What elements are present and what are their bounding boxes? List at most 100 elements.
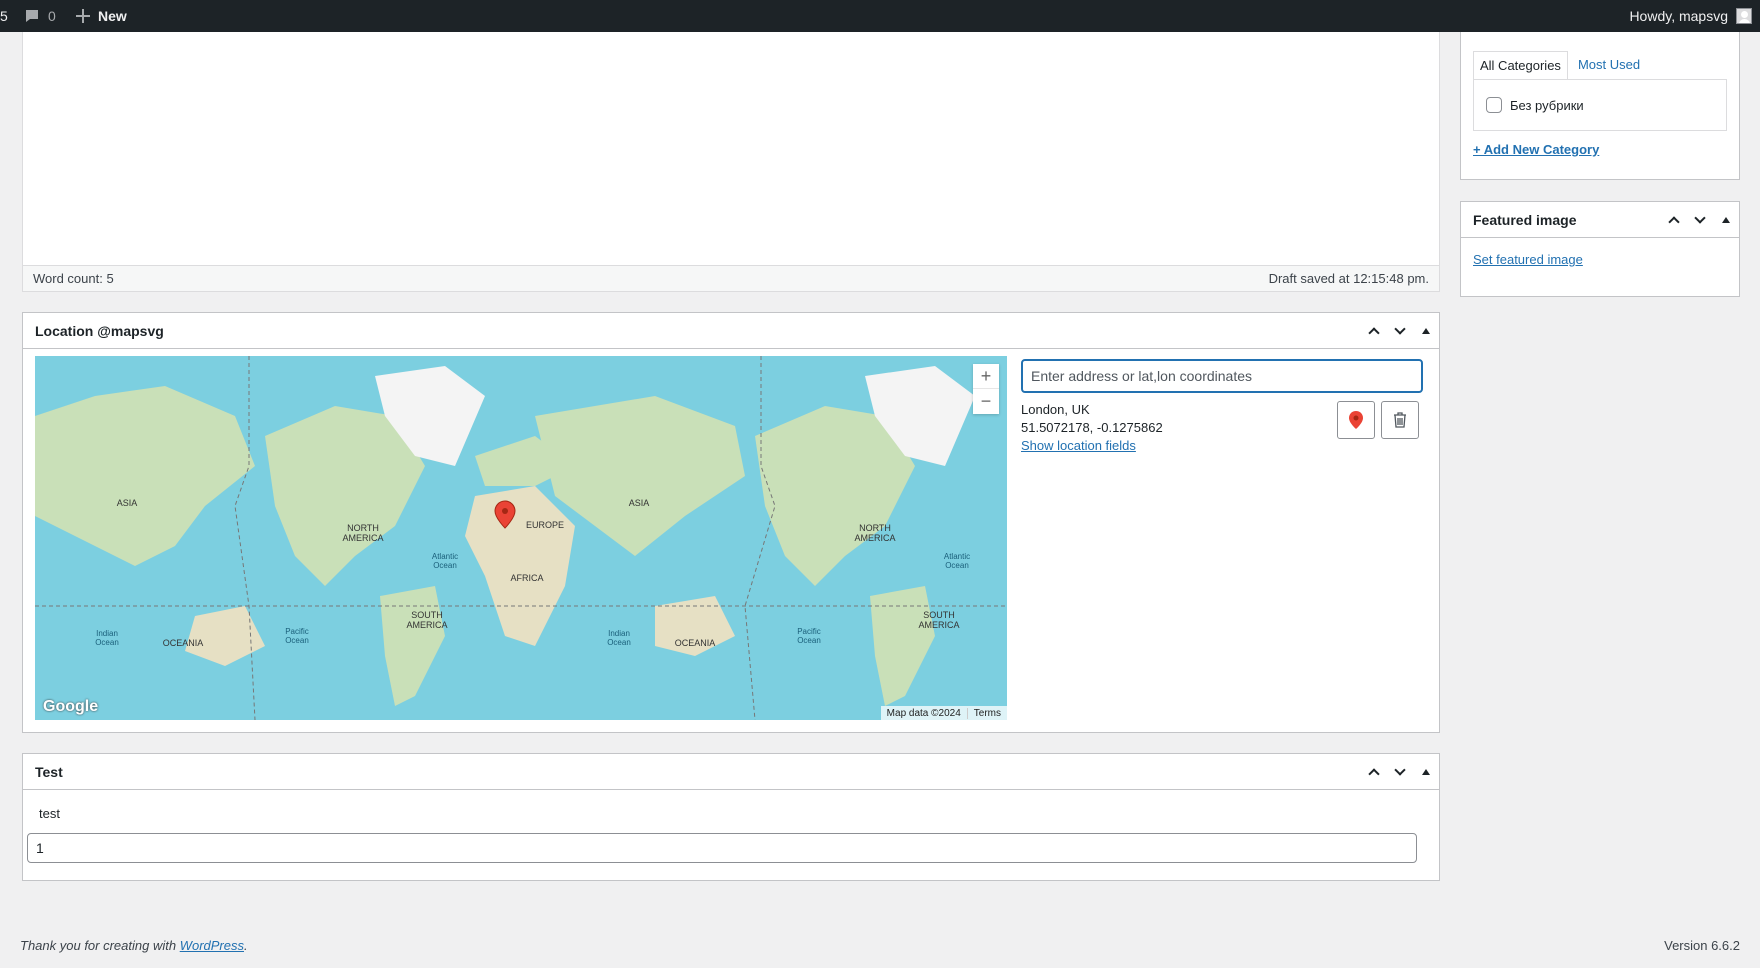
toggle-panel-button[interactable] bbox=[1413, 313, 1439, 349]
tab-most-used[interactable]: Most Used bbox=[1568, 51, 1646, 80]
move-up-button[interactable] bbox=[1361, 313, 1387, 349]
svg-text:Pacific: Pacific bbox=[285, 627, 309, 636]
google-logo: Google bbox=[43, 698, 99, 715]
tab-all-categories[interactable]: All Categories bbox=[1473, 51, 1568, 80]
svg-text:Atlantic: Atlantic bbox=[432, 552, 458, 561]
collapse-triangle-icon bbox=[1422, 327, 1430, 334]
delete-location-button[interactable] bbox=[1381, 401, 1419, 439]
test-field-input[interactable] bbox=[27, 833, 1417, 863]
location-metabox-title: Location @mapsvg bbox=[35, 322, 164, 339]
plus-icon bbox=[76, 9, 90, 23]
chevron-up-icon bbox=[1368, 326, 1380, 339]
word-count: Word count: 5 bbox=[33, 271, 114, 286]
show-location-fields-link[interactable]: Show location fields bbox=[1021, 438, 1136, 453]
move-up-button[interactable] bbox=[1361, 754, 1387, 790]
comment-icon bbox=[26, 10, 38, 22]
test-field-label: test bbox=[39, 806, 60, 821]
svg-text:OCEANIA: OCEANIA bbox=[163, 638, 204, 648]
location-metabox-header: Location @mapsvg bbox=[23, 313, 1439, 349]
test-metabox: Test test bbox=[22, 753, 1440, 881]
svg-text:Ocean: Ocean bbox=[797, 636, 821, 645]
toggle-panel-button[interactable] bbox=[1413, 754, 1439, 790]
collapse-triangle-icon bbox=[1422, 768, 1430, 775]
new-label: New bbox=[98, 8, 127, 24]
svg-text:Indian: Indian bbox=[608, 629, 630, 638]
svg-text:OCEANIA: OCEANIA bbox=[675, 638, 716, 648]
move-down-button[interactable] bbox=[1387, 754, 1413, 790]
comments-count: 0 bbox=[48, 8, 56, 24]
map-attribution: Map data ©2024 Terms bbox=[880, 706, 1007, 720]
categories-metabox: All Categories Most Used Без рубрики + A… bbox=[1460, 32, 1740, 180]
location-controls: London, UK 51.5072178, -0.1275862 Show l… bbox=[1021, 359, 1423, 455]
chevron-up-icon bbox=[1668, 215, 1680, 228]
move-down-button[interactable] bbox=[1387, 313, 1413, 349]
featured-image-title: Featured image bbox=[1473, 211, 1577, 228]
chevron-up-icon bbox=[1368, 767, 1380, 780]
svg-text:Ocean: Ocean bbox=[95, 638, 119, 647]
map-zoom-controls: + − bbox=[973, 364, 999, 414]
move-up-button[interactable] bbox=[1661, 202, 1687, 238]
footer-thanks-prefix: Thank you for creating with bbox=[20, 938, 180, 953]
test-metabox-title: Test bbox=[35, 763, 63, 780]
editor-status-bar: Word count: 5 Draft saved at 12:15:48 pm… bbox=[23, 265, 1439, 291]
svg-text:ASIA: ASIA bbox=[117, 498, 138, 508]
move-down-button[interactable] bbox=[1687, 202, 1713, 238]
svg-text:Ocean: Ocean bbox=[433, 561, 457, 570]
svg-text:Pacific: Pacific bbox=[797, 627, 821, 636]
trash-icon bbox=[1394, 412, 1406, 428]
add-new-category-link[interactable]: + Add New Category bbox=[1473, 142, 1599, 157]
map-view[interactable]: ASIA NORTH AMERICA EUROPE AFRICA SOUTH A… bbox=[35, 356, 1007, 720]
svg-text:Atlantic: Atlantic bbox=[944, 552, 970, 561]
test-metabox-body: test bbox=[23, 790, 1439, 875]
svg-text:AMERICA: AMERICA bbox=[342, 533, 383, 543]
svg-text:EUROPE: EUROPE bbox=[526, 520, 564, 530]
test-metabox-header: Test bbox=[23, 754, 1439, 790]
category-label: Без рубрики bbox=[1510, 97, 1584, 113]
location-metabox: Location @mapsvg ASIA NORTH AMERICA EURO… bbox=[22, 312, 1440, 733]
map-pin-icon bbox=[1349, 411, 1363, 429]
admin-bar: 5 0 New Howdy, mapsvg bbox=[0, 0, 1760, 32]
chevron-down-icon bbox=[1394, 322, 1406, 335]
svg-text:Ocean: Ocean bbox=[285, 636, 309, 645]
svg-text:Ocean: Ocean bbox=[607, 638, 631, 647]
avatar bbox=[1736, 8, 1752, 24]
footer-version: Version 6.6.2 bbox=[1664, 938, 1740, 953]
updates-count[interactable]: 5 bbox=[0, 0, 8, 32]
svg-text:AMERICA: AMERICA bbox=[406, 620, 447, 630]
toggle-panel-button[interactable] bbox=[1713, 202, 1739, 238]
category-list: Без рубрики bbox=[1473, 79, 1727, 131]
collapse-triangle-icon bbox=[1722, 216, 1730, 223]
world-map-graphic: ASIA NORTH AMERICA EUROPE AFRICA SOUTH A… bbox=[35, 356, 1007, 720]
comments-menu[interactable]: 0 bbox=[24, 0, 56, 32]
category-tabs: All Categories Most Used bbox=[1473, 51, 1646, 80]
svg-text:NORTH: NORTH bbox=[859, 523, 891, 533]
svg-text:AMERICA: AMERICA bbox=[854, 533, 895, 543]
zoom-out-button[interactable]: − bbox=[973, 389, 999, 414]
wordpress-link[interactable]: WordPress bbox=[180, 938, 244, 953]
marker-button[interactable] bbox=[1337, 401, 1375, 439]
svg-text:AMERICA: AMERICA bbox=[918, 620, 959, 630]
map-data-credit: Map data ©2024 bbox=[886, 707, 961, 719]
svg-text:Ocean: Ocean bbox=[945, 561, 969, 570]
draft-status: Draft saved at 12:15:48 pm. bbox=[1268, 271, 1429, 286]
chevron-down-icon bbox=[1394, 763, 1406, 776]
footer-thanks-suffix: . bbox=[244, 938, 248, 953]
svg-text:SOUTH: SOUTH bbox=[411, 610, 443, 620]
post-editor[interactable]: Word count: 5 Draft saved at 12:15:48 pm… bbox=[22, 32, 1440, 292]
footer-thankyou: Thank you for creating with WordPress. bbox=[20, 938, 248, 953]
svg-text:SOUTH: SOUTH bbox=[923, 610, 955, 620]
map-terms-link[interactable]: Terms bbox=[966, 707, 1007, 719]
zoom-in-button[interactable]: + bbox=[973, 364, 999, 389]
address-search-input[interactable] bbox=[1021, 359, 1423, 393]
svg-text:NORTH: NORTH bbox=[347, 523, 379, 533]
featured-image-metabox: Featured image Set featured image bbox=[1460, 201, 1740, 297]
my-account-menu[interactable]: Howdy, mapsvg bbox=[1629, 0, 1752, 32]
category-checkbox[interactable] bbox=[1486, 97, 1502, 113]
svg-text:AFRICA: AFRICA bbox=[510, 573, 543, 583]
greeting: Howdy, mapsvg bbox=[1629, 8, 1728, 24]
svg-text:ASIA: ASIA bbox=[629, 498, 650, 508]
set-featured-image-link[interactable]: Set featured image bbox=[1461, 238, 1739, 281]
chevron-down-icon bbox=[1694, 211, 1706, 224]
new-content-menu[interactable]: New bbox=[76, 0, 127, 32]
svg-text:Indian: Indian bbox=[96, 629, 118, 638]
